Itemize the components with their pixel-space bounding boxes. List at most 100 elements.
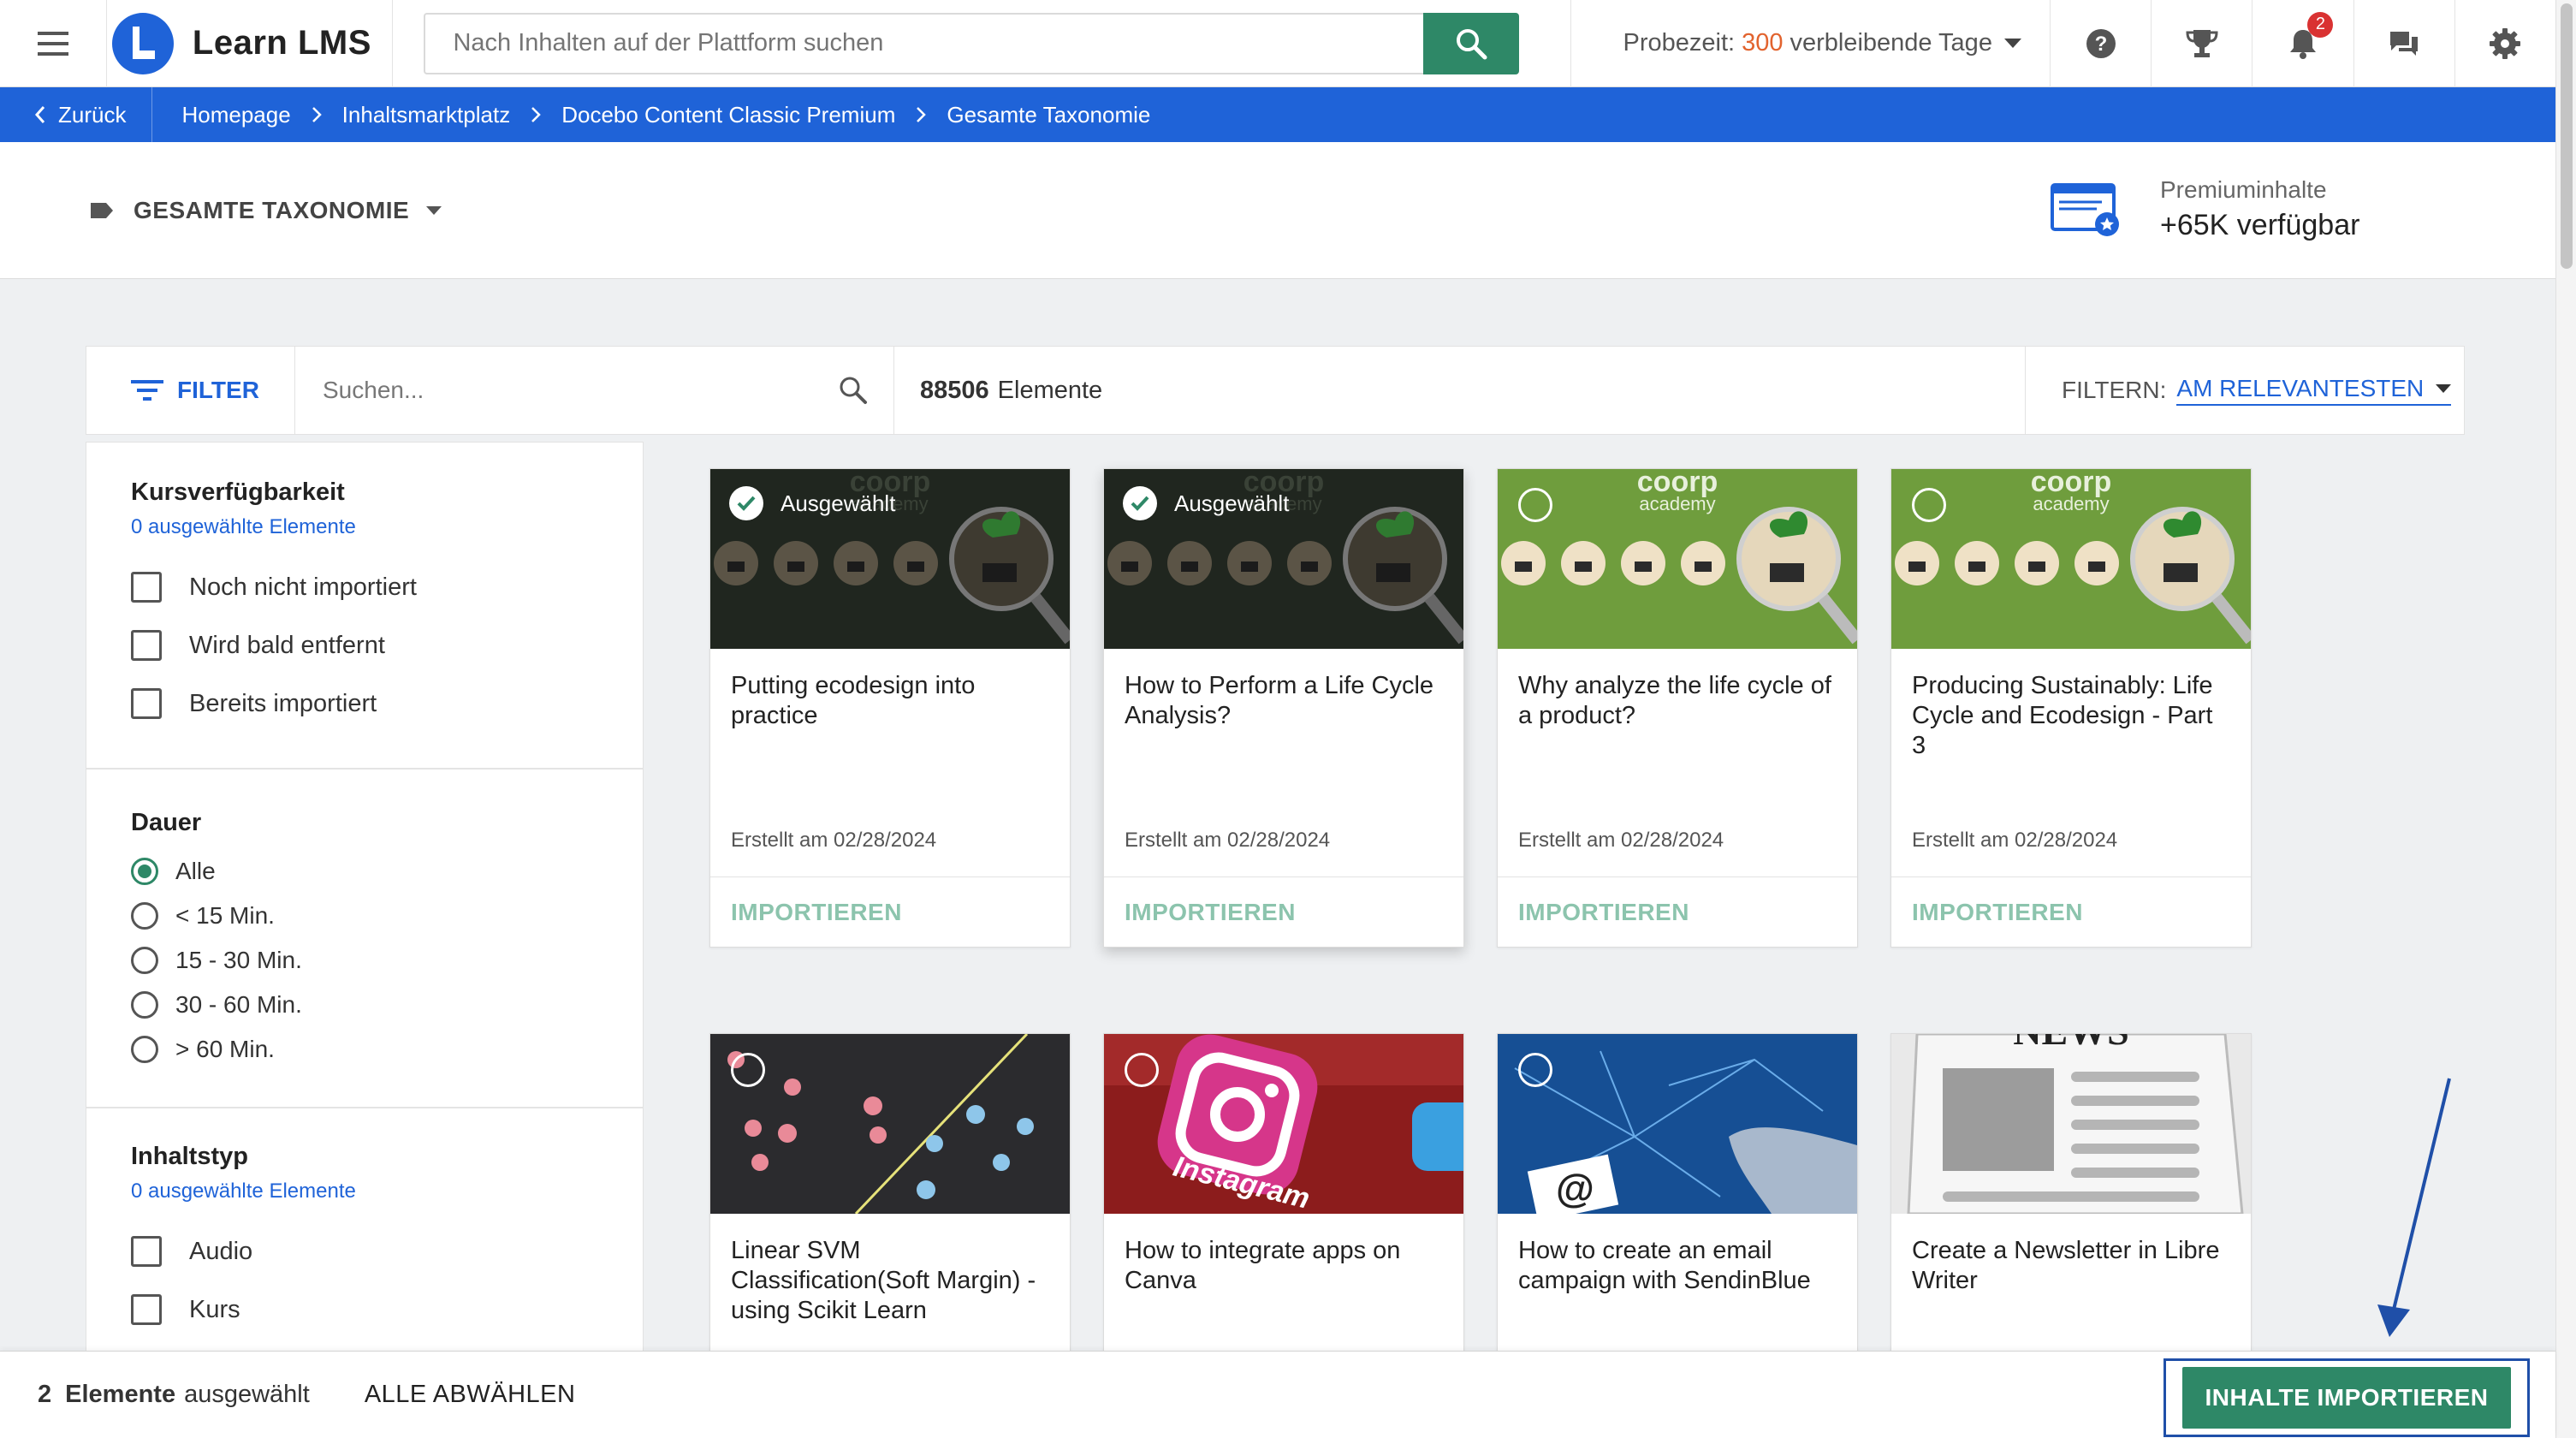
duration-option[interactable]: Alle: [131, 849, 643, 894]
notification-count-badge: 2: [2307, 11, 2334, 38]
duration-option[interactable]: < 15 Min.: [131, 894, 643, 938]
breadcrumb-label: Gesamte Taxonomie: [947, 101, 1151, 128]
course-card[interactable]: coorp academy Ausgewählt Putting ecodesi…: [709, 468, 1071, 948]
select-toggle[interactable]: [1518, 1053, 1552, 1087]
content-type-filter: Inhaltstyp 0 ausgewählte Elemente Audio …: [86, 1108, 643, 1339]
notifications-button[interactable]: 2: [2252, 0, 2353, 87]
course-title[interactable]: Putting ecodesign into practice: [710, 649, 1070, 829]
availability-option[interactable]: Noch nicht importiert: [131, 558, 643, 616]
course-created-date: Erstellt am 02/28/2024: [1518, 829, 1724, 852]
results-number: 88506: [920, 376, 989, 404]
duration-option[interactable]: > 60 Min.: [131, 1027, 643, 1072]
radio-button[interactable]: [131, 947, 158, 974]
menu-icon[interactable]: [0, 0, 107, 87]
results-count: 88506 Elemente: [894, 347, 2026, 434]
breadcrumb-label: Docebo Content Classic Premium: [561, 101, 896, 128]
thumb-brand-sub: academy: [1639, 493, 1715, 514]
course-title[interactable]: Why analyze the life cycle of a product?: [1498, 649, 1857, 829]
breadcrumb-marketplace[interactable]: Inhaltsmarktplatz: [322, 102, 542, 128]
select-toggle[interactable]: [731, 1053, 765, 1087]
chevron-left-icon: [34, 106, 45, 123]
select-toggle[interactable]: [1518, 488, 1552, 522]
course-card[interactable]: @ How to create an email campaign with S…: [1497, 1033, 1858, 1358]
achievements-button[interactable]: [2151, 0, 2252, 87]
import-button[interactable]: IMPORTIEREN: [1891, 876, 2251, 947]
radio-button[interactable]: [131, 1036, 158, 1063]
trial-prefix: Probezeit:: [1623, 29, 1736, 56]
checkbox[interactable]: [131, 630, 162, 661]
radio-button-selected[interactable]: [131, 858, 158, 885]
global-search: [424, 12, 1520, 74]
course-title[interactable]: How to Perform a Life Cycle Analysis?: [1104, 649, 1463, 829]
import-button[interactable]: IMPORTIEREN: [710, 876, 1070, 947]
course-card[interactable]: coorp academy Ausgewählt How to Perform …: [1103, 468, 1464, 948]
course-card[interactable]: Linear SVM Classification(Soft Margin) -…: [709, 1033, 1071, 1358]
course-created-date: Erstellt am 02/28/2024: [1125, 829, 1331, 852]
svg-text:@: @: [1556, 1166, 1594, 1210]
scrollbar-thumb[interactable]: [2561, 3, 2573, 269]
course-thumbnail: coorp academy: [1891, 469, 2251, 649]
option-label: > 60 Min.: [175, 1036, 275, 1062]
app-logo[interactable]: Learn LMS: [107, 0, 394, 87]
course-title[interactable]: Linear SVM Classification(Soft Margin) -…: [710, 1214, 1070, 1358]
chevron-right-icon: [917, 107, 927, 122]
import-content-button[interactable]: INHALTE IMPORTIEREN: [2182, 1367, 2511, 1429]
radio-button[interactable]: [131, 902, 158, 930]
sort-control: FILTERN: AM RELEVANTESTEN: [2026, 347, 2452, 434]
sort-dropdown[interactable]: AM RELEVANTESTEN: [2176, 375, 2452, 406]
checkbox[interactable]: [131, 572, 162, 603]
back-button[interactable]: Zurück: [0, 87, 153, 142]
messages-button[interactable]: [2353, 0, 2454, 87]
global-search-button[interactable]: [1423, 12, 1520, 74]
caret-down-icon: [2436, 384, 2452, 393]
help-button[interactable]: ?: [2050, 0, 2151, 87]
annotation-arrow: [2377, 1078, 2451, 1337]
filter-toggle-button[interactable]: FILTER: [86, 347, 295, 434]
gear-icon: [2490, 27, 2521, 59]
content-type-option[interactable]: Kurs: [131, 1281, 643, 1339]
checkbox[interactable]: [131, 1294, 162, 1325]
content-type-option[interactable]: Audio: [131, 1222, 643, 1281]
course-card[interactable]: Instagram How to integrate apps on Canva: [1103, 1033, 1464, 1358]
course-card[interactable]: coorp academy Producing Sustainably: Lif…: [1890, 468, 2252, 948]
course-title[interactable]: How to create an email campaign with Sen…: [1498, 1214, 1857, 1358]
search-icon[interactable]: [839, 376, 868, 405]
taxonomy-dropdown[interactable]: GESAMTE TAXONOMIE: [89, 142, 442, 279]
availability-option[interactable]: Wird bald entfernt: [131, 616, 643, 674]
page-scrollbar[interactable]: [2555, 0, 2576, 1438]
settings-button[interactable]: [2454, 0, 2555, 87]
select-toggle[interactable]: [1125, 1053, 1159, 1087]
sort-value: AM RELEVANTESTEN: [2176, 375, 2425, 401]
selected-indicator[interactable]: Ausgewählt: [1123, 486, 1289, 520]
content-type-selected-count: 0 ausgewählte Elemente: [131, 1180, 356, 1203]
selected-indicator[interactable]: Ausgewählt: [729, 486, 895, 520]
course-title[interactable]: How to integrate apps on Canva: [1104, 1214, 1463, 1358]
logo-mark: [111, 12, 174, 74]
checkbox[interactable]: [131, 688, 162, 719]
filter-panel: Kursverfügbarkeit 0 ausgewählte Elemente…: [86, 442, 644, 1438]
duration-option[interactable]: 30 - 60 Min.: [131, 983, 643, 1027]
availability-option[interactable]: Bereits importiert: [131, 674, 643, 733]
breadcrumb-content-premium[interactable]: Docebo Content Classic Premium: [541, 101, 927, 128]
course-title[interactable]: Create a Newsletter in Libre Writer: [1891, 1214, 2251, 1358]
global-search-input[interactable]: [424, 12, 1424, 74]
breadcrumb-homepage[interactable]: Homepage: [152, 102, 322, 128]
import-button[interactable]: IMPORTIEREN: [1498, 876, 1857, 947]
course-title[interactable]: Producing Sustainably: Life Cycle and Ec…: [1891, 649, 2251, 829]
radio-button[interactable]: [131, 991, 158, 1019]
select-toggle[interactable]: [1912, 488, 1946, 522]
course-thumbnail: NEWS: [1891, 1034, 2251, 1214]
catalog-toolbar: FILTER Suchen... 88506 Elemente FILTERN:…: [86, 346, 2465, 435]
deselect-all-button[interactable]: ALLE ABWÄHLEN: [365, 1381, 576, 1409]
chat-icon: [2390, 31, 2419, 56]
option-label: Wird bald entfernt: [189, 631, 385, 659]
catalog-search-field[interactable]: Suchen...: [295, 347, 894, 434]
option-label: 30 - 60 Min.: [175, 991, 302, 1018]
duration-option[interactable]: 15 - 30 Min.: [131, 938, 643, 983]
course-card[interactable]: NEWS Create a Newsletter in Libre Writer: [1890, 1033, 2252, 1358]
checkbox[interactable]: [131, 1236, 162, 1267]
course-card[interactable]: coorp academy Why analyze the life cycle…: [1497, 468, 1858, 948]
trial-dropdown[interactable]: Probezeit: 300 verbleibende Tage: [1570, 0, 2050, 87]
import-button[interactable]: IMPORTIEREN: [1104, 876, 1463, 947]
option-label: Alle: [175, 858, 216, 884]
